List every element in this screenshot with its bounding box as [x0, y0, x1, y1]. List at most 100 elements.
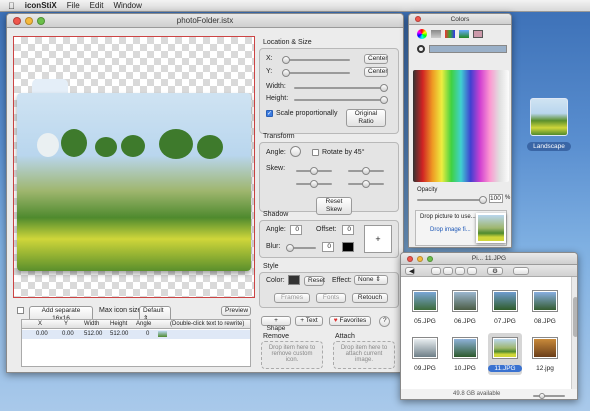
edit-menu[interactable]: Edit	[90, 1, 104, 10]
desktop-icon-landscape[interactable]: Landscape	[526, 98, 572, 158]
shadow-angle-field[interactable]: 0	[290, 225, 302, 235]
color-palettes-icon[interactable]	[445, 30, 455, 38]
file-name: 05.JPG	[414, 318, 436, 325]
arrange-button[interactable]	[513, 267, 529, 275]
color-wheel-icon[interactable]	[417, 29, 427, 39]
remove-drop-zone[interactable]: Drop item here to remove custom icon.	[261, 341, 323, 369]
opacity-unit: %	[505, 195, 511, 201]
shadow-preview-box[interactable]: +	[364, 225, 392, 253]
attach-drop-zone[interactable]: Drop item here to attach current image.	[333, 341, 395, 369]
favorites-button[interactable]: ♥ Favorites	[329, 316, 371, 326]
back-icon[interactable]: ◀	[405, 267, 415, 275]
remove-title: Remove	[263, 333, 290, 340]
dragged-image[interactable]	[476, 213, 506, 243]
finder-zoom-slider[interactable]	[533, 393, 565, 399]
opacity-slider[interactable]	[417, 196, 487, 204]
col-width[interactable]: Width	[84, 321, 99, 327]
width-label: Width:	[266, 83, 286, 90]
col-angle[interactable]: Angle	[136, 321, 151, 327]
finder-scrollbar[interactable]	[571, 277, 577, 389]
style-reset-button[interactable]: Reset	[304, 276, 325, 286]
col-height[interactable]: Height	[110, 321, 127, 327]
colors-title-bar: Colors	[409, 14, 511, 25]
y-label: Y:	[266, 68, 273, 75]
app-menu[interactable]: iconStiX	[25, 1, 57, 10]
tree	[61, 129, 87, 157]
preview-button[interactable]: Preview	[221, 306, 251, 316]
style-color-label: Color:	[266, 277, 285, 284]
x-slider[interactable]	[282, 56, 350, 64]
separate-checkbox[interactable]	[17, 307, 24, 314]
image-thumb-icon	[158, 331, 167, 337]
color-sliders-icon[interactable]	[431, 30, 441, 38]
shadow-offset-label: Offset:	[316, 226, 337, 233]
magnifier-icon[interactable]	[417, 45, 425, 53]
x-label: X:	[266, 55, 273, 62]
gear-icon[interactable]: ⚙	[487, 267, 503, 275]
frames-button[interactable]: Frames	[274, 293, 310, 303]
scale-label: Scale proportionally	[276, 110, 338, 117]
window-title: photoFolder.istx	[176, 16, 234, 25]
colors-title: Colors	[450, 15, 470, 23]
apple-menu-icon[interactable]: 	[8, 1, 15, 11]
view-icons-button[interactable]	[431, 267, 441, 275]
table-row[interactable]: 0.00 0.00 512.00 512.00 0	[22, 330, 250, 339]
skew-bottom-left-slider[interactable]	[296, 180, 332, 188]
file-name: 08.JPG	[534, 318, 556, 325]
icon-canvas[interactable]	[13, 36, 255, 298]
view-columns-button[interactable]	[455, 267, 465, 275]
rotate-checkbox[interactable]	[312, 149, 319, 156]
scale-checkbox[interactable]: ✓	[266, 110, 273, 117]
shadow-color-well[interactable]	[342, 242, 354, 252]
reset-skew-button[interactable]: Reset Skew	[316, 197, 352, 215]
drop-hint: Drop picture to use...	[420, 214, 476, 220]
opacity-field[interactable]: 100	[489, 194, 503, 203]
current-color-swatch[interactable]	[429, 45, 507, 53]
center-y-button[interactable]: Center	[364, 67, 388, 77]
shadow-blur-slider[interactable]	[286, 244, 316, 252]
file-thumbnail	[532, 290, 558, 312]
chevron-down-icon: ⇕	[375, 276, 381, 283]
width-slider[interactable]	[294, 84, 388, 92]
help-button[interactable]: ?	[379, 316, 390, 327]
file-thumbnail	[412, 290, 438, 312]
view-list-button[interactable]	[443, 267, 453, 275]
height-slider[interactable]	[294, 96, 388, 104]
col-y[interactable]: Y	[64, 321, 68, 327]
file-menu[interactable]: File	[67, 1, 80, 10]
image-palettes-icon[interactable]	[459, 30, 469, 38]
finder-title: Pi... 11.JPG	[471, 255, 507, 262]
cell-angle: 0	[146, 331, 150, 337]
retouch-button[interactable]: Retouch	[352, 293, 388, 303]
col-content[interactable]: (Double-click text to rewrite)	[170, 321, 244, 327]
skew-top-right-slider[interactable]	[348, 167, 384, 175]
y-slider[interactable]	[282, 69, 350, 77]
effect-value: None	[358, 276, 374, 283]
shadow-blur-field[interactable]: 0	[322, 242, 334, 252]
add-shape-button[interactable]: + Shape	[261, 316, 291, 332]
tree	[121, 135, 145, 157]
drop-link[interactable]: Drop image fi...	[430, 227, 471, 233]
center-x-button[interactable]: Center	[364, 54, 388, 64]
image-drop-zone[interactable]: Drop picture to use... Drop image fi...	[415, 210, 507, 246]
crayon-box[interactable]	[413, 70, 509, 182]
style-color-well[interactable]	[288, 275, 300, 285]
skew-bottom-right-slider[interactable]	[348, 180, 384, 188]
finder-window: Pi... 11.JPG ◀ ⚙ 49.8 GB available	[400, 252, 578, 400]
col-x[interactable]: X	[38, 321, 42, 327]
tree	[159, 129, 193, 159]
view-coverflow-button[interactable]	[467, 267, 477, 275]
window-menu[interactable]: Window	[113, 1, 141, 10]
shadow-offset-field[interactable]: 0	[342, 225, 354, 235]
original-ratio-button[interactable]: Original Ratio	[346, 109, 386, 127]
effect-select[interactable]: None ⇕	[354, 275, 388, 285]
angle-dial[interactable]	[290, 146, 301, 157]
attach-title: Attach	[335, 333, 355, 340]
fonts-button[interactable]: Fonts	[316, 293, 346, 303]
favorites-label: Favorites	[339, 317, 367, 324]
table-header: X Y Width Height Angle (Double-click tex…	[22, 320, 250, 329]
skew-top-left-slider[interactable]	[296, 167, 332, 175]
add-text-button[interactable]: + Text	[295, 316, 323, 326]
file-name: 12.jpg	[536, 365, 554, 372]
crayons-icon[interactable]	[473, 30, 483, 38]
